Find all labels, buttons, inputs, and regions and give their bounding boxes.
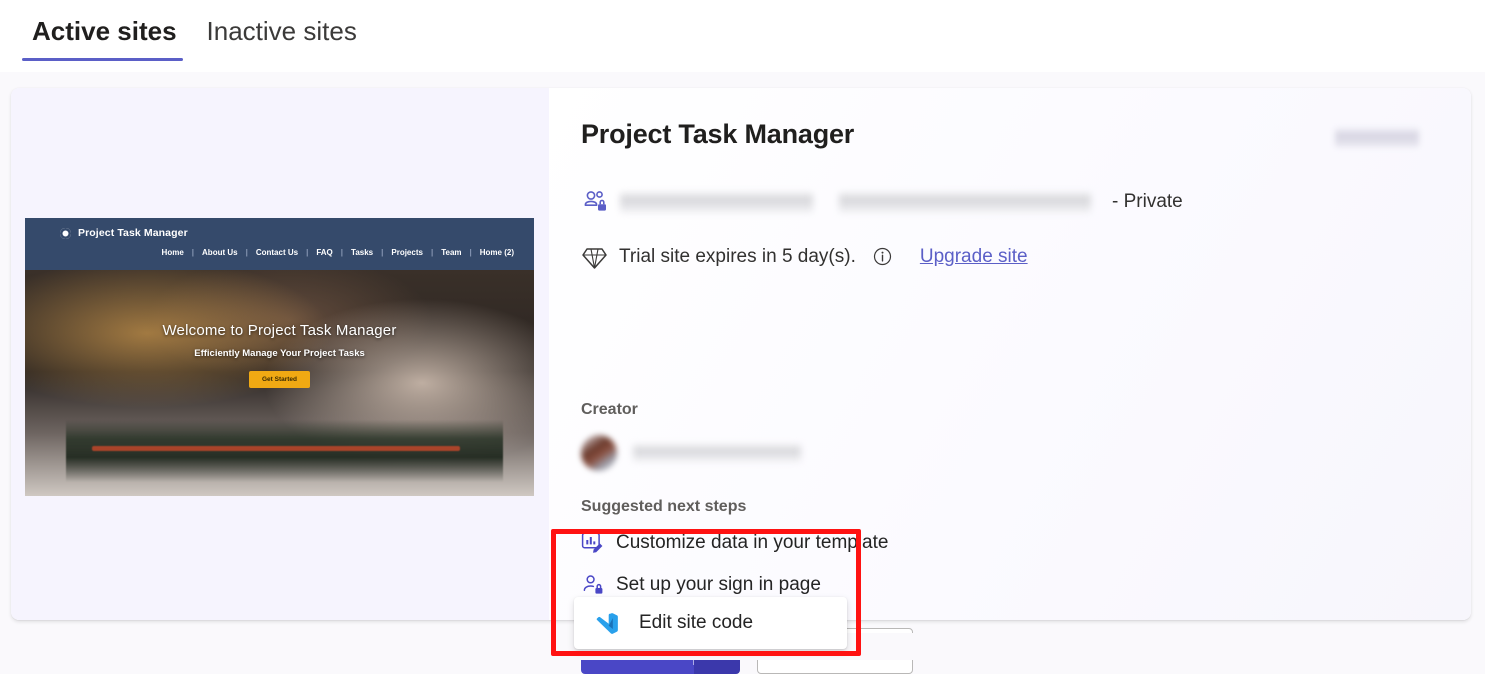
redacted-member-name-1 (620, 192, 813, 213)
thumbnail-brand-label: Project Task Manager (78, 227, 188, 239)
thumbnail-nav-item: Home (2) (472, 248, 522, 257)
chart-edit-icon (581, 531, 604, 554)
tab-inactive-sites[interactable]: Inactive sites (197, 16, 367, 61)
hero-get-started-button: Get Started (249, 371, 310, 388)
edit-dropdown-menu: Edit site code (574, 597, 847, 649)
site-preview-panel: Project Task Manager Home | About Us | C… (11, 88, 549, 620)
thumbnail-nav-item: Team (433, 248, 469, 257)
tab-inactive-sites-label: Inactive sites (207, 16, 357, 46)
upgrade-site-link[interactable]: Upgrade site (920, 246, 1028, 268)
page-title: Project Task Manager (581, 119, 854, 150)
thumbnail-nav-item: About Us (194, 248, 246, 257)
suggested-step-label: Set up your sign in page (616, 574, 821, 596)
people-lock-icon (581, 188, 609, 216)
thumbnail-nav-item: Tasks (343, 248, 381, 257)
hero-text-block: Welcome to Project Task Manager Efficien… (25, 322, 534, 388)
hero-background-photo (66, 420, 504, 482)
avatar (581, 435, 617, 471)
redacted-member-name-2 (839, 192, 1091, 213)
thumbnail-nav-item: Home (154, 248, 192, 257)
creator-label: Creator (581, 401, 638, 419)
thumbnail-nav-item: FAQ (308, 248, 340, 257)
site-detail-card: Project Task Manager Home | About Us | C… (11, 88, 1471, 620)
edit-site-code-menu-item[interactable]: Edit site code (639, 612, 753, 634)
hero-title: Welcome to Project Task Manager (25, 322, 534, 339)
thumbnail-nav-links: Home | About Us | Contact Us | FAQ | Tas… (154, 248, 522, 257)
thumbnail-nav-bar: Project Task Manager Home | About Us | C… (25, 218, 534, 270)
site-status-tabs: Active sites Inactive sites (0, 0, 1485, 72)
info-icon[interactable] (873, 247, 892, 266)
site-info-panel: Project Task Manager - Private (549, 88, 1471, 620)
redacted-top-right-label (1335, 128, 1419, 147)
redacted-creator-name (633, 444, 801, 462)
trial-expiry-text: Trial site expires in 5 day(s). (619, 246, 856, 268)
suggested-step-label: Customize data in your template (616, 532, 888, 554)
creator-row (581, 435, 801, 471)
site-membership-row: - Private (581, 188, 1183, 216)
thumbnail-hero: Welcome to Project Task Manager Efficien… (25, 270, 534, 496)
thumbnail-nav-item: Contact Us (248, 248, 306, 257)
thumbnail-nav-item: Projects (383, 248, 431, 257)
thumbnail-brand: Project Task Manager (60, 227, 188, 239)
thumbnail-logo-icon (60, 228, 71, 239)
trial-status-row: Trial site expires in 5 day(s). Upgrade … (581, 243, 1028, 270)
tab-active-sites-label: Active sites (32, 16, 177, 46)
person-lock-icon (581, 573, 604, 596)
suggested-step-sign-in-page[interactable]: Set up your sign in page (581, 573, 821, 596)
vscode-icon (594, 611, 619, 636)
hero-subtitle: Efficiently Manage Your Project Tasks (25, 348, 534, 359)
privacy-label: - Private (1112, 191, 1183, 213)
suggested-step-customize-data[interactable]: Customize data in your template (581, 531, 888, 554)
suggested-next-steps-label: Suggested next steps (581, 498, 746, 516)
tab-active-sites[interactable]: Active sites (22, 16, 187, 61)
diamond-icon (581, 243, 608, 270)
site-thumbnail[interactable]: Project Task Manager Home | About Us | C… (25, 218, 534, 496)
